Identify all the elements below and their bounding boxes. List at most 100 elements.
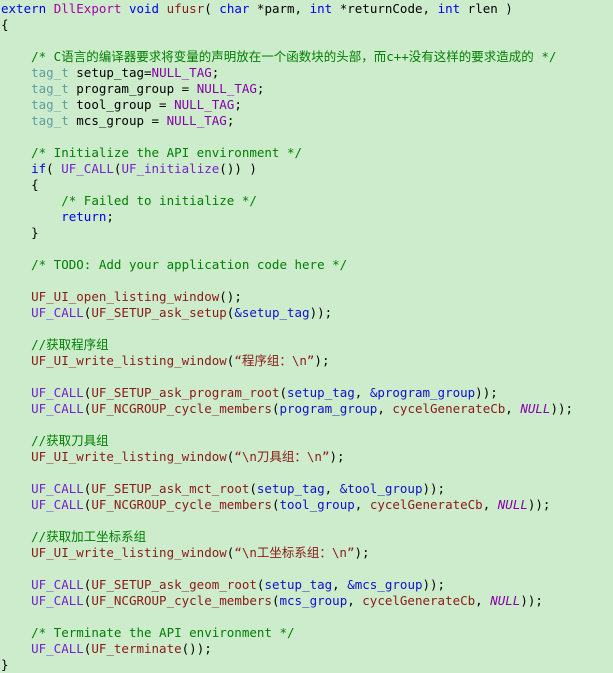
- code-line: return;: [0, 209, 613, 225]
- code-line: /* TODO: Add your application code here …: [0, 257, 613, 273]
- code-token: setup_tag: [264, 577, 333, 592]
- code-token: UF_SETUP_ask_geom_root: [91, 577, 257, 592]
- code-line: UF_CALL(UF_NCGROUP_cycle_members(program…: [0, 401, 613, 417]
- code-token: UF_CALL: [31, 481, 84, 496]
- code-line: tag_t program_group = NULL_TAG;: [0, 81, 613, 97]
- code-token: ()) ): [219, 161, 257, 176]
- code-token: UF_UI_write_listing_window: [31, 449, 227, 464]
- code-token: ,: [482, 497, 498, 512]
- code-token: ));: [550, 401, 574, 416]
- code-token: int: [437, 1, 461, 16]
- code-token: ,: [332, 577, 348, 592]
- code-token: ;: [106, 209, 114, 224]
- code-token: /* TODO: Add your application code here …: [31, 257, 348, 272]
- code-token: tag_t: [31, 97, 69, 112]
- code-token: setup_tag: [256, 481, 325, 496]
- code-line: tag_t setup_tag=NULL_TAG;: [0, 65, 613, 81]
- code-token: UF_NCGROUP_cycle_members: [91, 401, 272, 416]
- code-token: NULL_TAG: [174, 97, 235, 112]
- code-token: UF_UI_open_listing_window: [31, 289, 220, 304]
- code-token: //获取程序组: [31, 337, 109, 352]
- code-token: UF_NCGROUP_cycle_members: [91, 593, 272, 608]
- code-token: ,: [324, 481, 340, 496]
- code-token: int: [309, 1, 333, 16]
- code-token: *returnCode,: [332, 1, 438, 16]
- code-token: /* Initialize the API environment */: [31, 145, 303, 160]
- code-line: UF_UI_write_listing_window(“程序组：\n”);: [0, 353, 613, 369]
- code-token: ;: [211, 65, 220, 80]
- code-line: if( UF_CALL(UF_initialize()) ): [0, 161, 613, 177]
- code-token: {: [31, 177, 39, 192]
- code-token: program_group =: [68, 81, 197, 96]
- code-token: cycelGenerateCb: [392, 401, 506, 416]
- code-token: //获取加工坐标系组: [31, 529, 147, 544]
- code-token: UF_SETUP_ask_mct_root: [91, 481, 250, 496]
- code-token: NULL: [490, 593, 521, 608]
- code-token: ;: [256, 81, 265, 96]
- code-token: NULL_TAG: [196, 81, 257, 96]
- code-line: UF_UI_open_listing_window();: [0, 289, 613, 305]
- code-line: UF_UI_write_listing_window(“\n刀具组：\n”);: [0, 449, 613, 465]
- code-token: DllExport: [53, 1, 122, 16]
- code-token: setup_tag=: [68, 65, 152, 80]
- code-token: (: [279, 385, 288, 400]
- code-token: ,: [377, 401, 393, 416]
- code-token: “\n工坐标系组：\n”: [234, 545, 355, 560]
- code-token: ,: [354, 497, 370, 512]
- code-token: UF_CALL: [31, 593, 84, 608]
- code-line: }: [0, 225, 613, 241]
- code-line: UF_UI_write_listing_window(“\n工坐标系组：\n”)…: [0, 545, 613, 561]
- code-token: /* Failed to initialize */: [61, 193, 257, 208]
- code-token: rlen ): [460, 1, 513, 16]
- code-token: “程序组：\n”: [234, 353, 315, 368]
- code-line: UF_CALL(UF_SETUP_ask_setup(&setup_tag));: [0, 305, 613, 321]
- code-token: UF_UI_write_listing_window: [31, 353, 227, 368]
- code-token: ));: [520, 593, 543, 608]
- code-token: NULL: [497, 497, 528, 512]
- code-token: /* Terminate the API environment */: [31, 625, 295, 640]
- code-token: extern: [1, 1, 47, 16]
- code-token: tag_t: [31, 81, 69, 96]
- code-token: (: [204, 1, 220, 16]
- code-line: extern DllExport void ufusr( char *parm,…: [0, 1, 613, 17]
- code-token: ,: [354, 385, 370, 400]
- code-token: tag_t: [31, 113, 69, 128]
- code-token: tag_t: [31, 65, 69, 80]
- code-token: &program_group: [369, 385, 476, 400]
- code-token: ;: [226, 113, 235, 128]
- code-token: NULL_TAG: [151, 65, 212, 80]
- code-token: );: [354, 545, 370, 560]
- code-token: (: [249, 481, 257, 496]
- code-line: /* Failed to initialize */: [0, 193, 613, 209]
- code-token: ));: [422, 577, 446, 592]
- source-code-view[interactable]: extern DllExport void ufusr( char *parm,…: [0, 0, 613, 673]
- code-line: UF_CALL(UF_NCGROUP_cycle_members(tool_gr…: [0, 497, 613, 513]
- code-token: UF_terminate: [91, 641, 182, 656]
- code-token: UF_CALL: [31, 641, 84, 656]
- code-token: program_group: [279, 401, 378, 416]
- code-line: //获取程序组: [0, 337, 613, 353]
